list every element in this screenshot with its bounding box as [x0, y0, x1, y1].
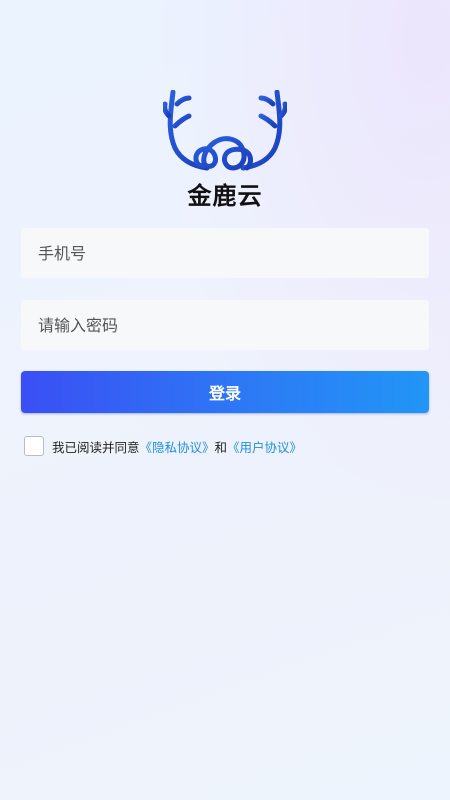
privacy-agreement-link[interactable]: 《隐私协议》 [140, 437, 215, 456]
agreement-prefix: 我已阅读并同意 [52, 439, 140, 455]
app-name: 金鹿云 [187, 182, 263, 210]
login-button[interactable]: 登录 [21, 371, 429, 413]
user-agreement-link[interactable]: 《用户协议》 [227, 437, 302, 456]
agreement-row: 我已阅读并同意 《隐私协议》 和 《用户协议》 [24, 436, 302, 456]
deer-antler-cloud-logo-icon [163, 90, 287, 171]
logo-section: 金鹿云 [0, 90, 450, 211]
phone-input[interactable] [38, 228, 429, 278]
phone-field[interactable] [21, 228, 429, 278]
password-input[interactable] [38, 300, 429, 350]
password-field[interactable] [21, 300, 429, 350]
agreement-checkbox[interactable] [24, 436, 44, 456]
agreement-conjunction: 和 [214, 439, 228, 455]
